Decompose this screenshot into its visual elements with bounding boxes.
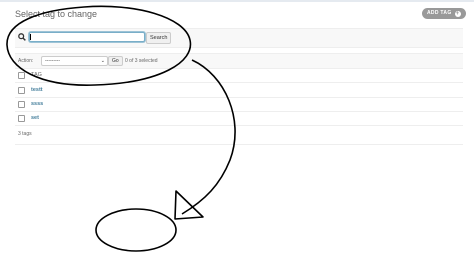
search-toolbar: Search — [15, 28, 463, 48]
annotation-arrowhead — [174, 190, 204, 220]
table-row: testt — [15, 84, 463, 98]
tag-link[interactable]: set — [31, 115, 39, 121]
row-checkbox[interactable] — [18, 101, 25, 108]
column-header-tag[interactable]: TAG — [31, 72, 42, 78]
actions-bar: Action: --------- ⌄ Go 0 of 3 selected — [15, 53, 463, 69]
tag-link[interactable]: testt — [31, 87, 43, 93]
action-select-value: --------- — [45, 58, 60, 64]
plus-icon: + — [454, 10, 461, 17]
table-row: ssss — [15, 98, 463, 112]
selected-count: 0 of 3 selected — [125, 58, 158, 64]
action-select[interactable]: --------- ⌄ — [41, 56, 108, 66]
go-button[interactable]: Go — [108, 56, 123, 66]
table-header: TAG — [15, 69, 463, 83]
result-count: 3 tags — [18, 131, 32, 137]
search-input[interactable] — [29, 32, 145, 42]
table-row: set — [15, 112, 463, 126]
chevron-down-icon: ⌄ — [100, 58, 105, 64]
text-caret — [30, 34, 31, 40]
paginator-divider — [15, 144, 463, 145]
annotation-ellipse-target — [95, 208, 177, 252]
page-title: Select tag to change — [15, 9, 98, 19]
tag-link[interactable]: ssss — [31, 101, 43, 107]
top-strip — [0, 0, 474, 2]
select-all-checkbox[interactable] — [18, 72, 25, 79]
action-label: Action: — [18, 58, 34, 64]
search-icon — [18, 33, 26, 41]
add-tag-button[interactable]: ADD TAG + — [422, 8, 466, 19]
search-button[interactable]: Search — [146, 32, 172, 44]
row-checkbox[interactable] — [18, 115, 25, 122]
add-tag-label: ADD TAG — [427, 10, 452, 16]
admin-change-list-page: Select tag to change ADD TAG + Search Ac… — [0, 0, 474, 262]
row-checkbox[interactable] — [18, 87, 25, 94]
